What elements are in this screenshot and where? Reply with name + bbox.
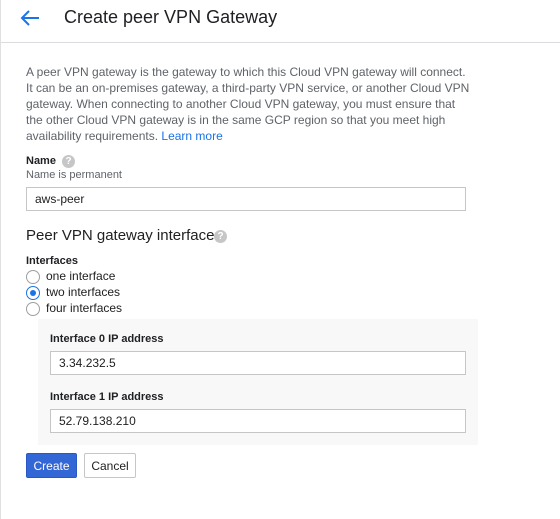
radio-label: two interfaces — [46, 285, 121, 299]
interface0-label: Interface 0 IP address — [50, 333, 164, 345]
interface1-ip-input[interactable] — [50, 409, 466, 433]
page-title: Create peer VPN Gateway — [64, 7, 278, 27]
description: A peer VPN gateway is the gateway to whi… — [26, 64, 471, 144]
interfaces-label: Interfaces — [26, 255, 78, 267]
name-sublabel: Name is permanent — [26, 169, 122, 181]
interfaces-help-icon[interactable]: ? — [214, 230, 227, 243]
arrow-back-icon[interactable] — [19, 8, 41, 28]
description-text: A peer VPN gateway is the gateway to whi… — [26, 65, 470, 143]
page-header: Create peer VPN Gateway — [1, 0, 560, 43]
name-label: Name — [26, 155, 56, 167]
section-title-peer-interfaces: Peer VPN gateway interfaces — [26, 227, 222, 244]
radio-button-icon[interactable] — [26, 270, 40, 284]
radio-label: one interface — [46, 269, 116, 283]
radio-label: four interfaces — [46, 301, 123, 315]
create-button[interactable]: Create — [26, 453, 77, 478]
create-peer-vpn-gateway-page: Create peer VPN Gateway A peer VPN gatew… — [0, 0, 560, 519]
learn-more-link[interactable]: Learn more — [161, 129, 222, 143]
name-help-icon[interactable]: ? — [62, 155, 75, 168]
radio-button-checked-icon[interactable] — [26, 286, 40, 300]
cancel-button[interactable]: Cancel — [84, 453, 136, 478]
radio-button-icon[interactable] — [26, 302, 40, 316]
interface1-label: Interface 1 IP address — [50, 391, 164, 403]
interface0-ip-input[interactable] — [50, 351, 466, 375]
name-input[interactable] — [26, 187, 466, 211]
